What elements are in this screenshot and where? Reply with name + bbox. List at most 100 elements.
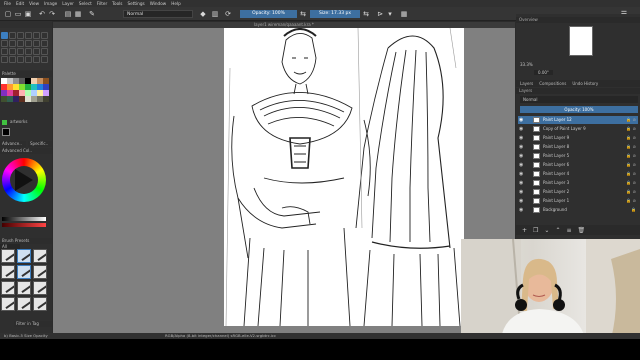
eye-icon[interactable]: ◉: [519, 170, 525, 178]
layer-row[interactable]: ◉ Paint Layer 9 🔒 ⊘: [518, 134, 638, 142]
fill-tool[interactable]: [33, 48, 40, 55]
size-reset-icon[interactable]: ⇆: [362, 10, 370, 18]
palette-swatch[interactable]: [43, 96, 49, 102]
eraser-icon[interactable]: ◆: [199, 10, 207, 18]
menu-edit[interactable]: Edit: [16, 1, 24, 6]
lock-icon[interactable]: 🔒: [631, 206, 636, 214]
bezier-tool[interactable]: [1, 40, 8, 47]
reload-icon[interactable]: ⟳: [224, 10, 232, 18]
wrap-around-icon[interactable]: ▦: [400, 10, 408, 18]
advanced-tab[interactable]: Advance..: [0, 141, 26, 147]
lock-icon[interactable]: 🔒 ⊘: [626, 170, 636, 178]
layer-row[interactable]: ◉ Copy of Paint Layer 9 🔒 ⊘: [518, 125, 638, 133]
undo-icon[interactable]: ↶: [38, 10, 46, 18]
lock-icon[interactable]: 🔒 ⊘: [626, 152, 636, 160]
move-up-icon[interactable]: ⌃: [555, 227, 560, 234]
lock-icon[interactable]: 🔒 ⊘: [626, 134, 636, 142]
menu-view[interactable]: View: [29, 1, 39, 6]
rotation-value[interactable]: 0.00°: [534, 70, 553, 75]
brush-preset[interactable]: [33, 265, 47, 279]
filter-in-tag[interactable]: Filter in Tag: [14, 321, 52, 327]
properties-icon[interactable]: ≡: [566, 227, 571, 234]
freehand-path-tool[interactable]: [9, 40, 16, 47]
eye-icon[interactable]: ◉: [519, 179, 525, 187]
open-folder-icon[interactable]: ▭: [14, 10, 22, 18]
mirror-horizontal-icon[interactable]: ⊳: [376, 10, 384, 18]
gradient-icon[interactable]: ▤: [64, 10, 72, 18]
menu-select[interactable]: Select: [79, 1, 92, 6]
crop-tool[interactable]: [9, 48, 16, 55]
layer-blend-mode[interactable]: Normal: [520, 96, 638, 103]
color-selector-wheel[interactable]: [2, 158, 46, 202]
menu-tools[interactable]: Tools: [112, 1, 122, 6]
save-icon[interactable]: ▣: [24, 10, 32, 18]
dynamic-brush-tool[interactable]: [17, 40, 24, 47]
tab-layers[interactable]: Layers: [520, 80, 533, 87]
redo-icon[interactable]: ↷: [48, 10, 56, 18]
brush-preset[interactable]: [1, 297, 15, 311]
move-down-icon[interactable]: ⌄: [544, 227, 549, 234]
lasso-select-tool[interactable]: [33, 56, 40, 63]
eye-icon[interactable]: ◉: [519, 125, 525, 133]
value-slider[interactable]: [2, 217, 46, 221]
brush-preset[interactable]: [1, 265, 15, 279]
tab-compositions[interactable]: Compositions: [539, 80, 566, 87]
eye-icon[interactable]: ◉: [519, 197, 525, 205]
brush-preset[interactable]: [17, 249, 31, 263]
freehand-brush-tool[interactable]: [1, 32, 8, 39]
menu-filter[interactable]: Filter: [97, 1, 107, 6]
lock-icon[interactable]: 🔒 ⊘: [626, 161, 636, 169]
menu-file[interactable]: File: [4, 1, 11, 6]
layer-row[interactable]: ◉ Paint Layer 12 🔒 ⊘: [518, 116, 638, 124]
brush-preset-icon[interactable]: ✎: [88, 10, 96, 18]
layer-row[interactable]: ◉ Paint Layer 1 🔒 ⊘: [518, 197, 638, 205]
zoom-tool[interactable]: [41, 56, 48, 63]
menu-settings[interactable]: Settings: [128, 1, 145, 6]
menu-window[interactable]: Window: [150, 1, 167, 6]
layer-opacity-slider[interactable]: Opacity: 100%: [520, 106, 638, 113]
pattern-icon[interactable]: ▦: [74, 10, 82, 18]
brush-preset[interactable]: [17, 297, 31, 311]
rect-select-tool[interactable]: [17, 56, 24, 63]
mirror-vertical-icon[interactable]: ▾: [386, 10, 394, 18]
opacity-slider[interactable]: Opacity: 100%: [240, 10, 297, 18]
color-triangle[interactable]: [15, 169, 33, 191]
lock-icon[interactable]: 🔒 ⊘: [626, 125, 636, 133]
measure-tool[interactable]: [1, 56, 8, 63]
multibrush-tool[interactable]: [25, 40, 32, 47]
zoom-value[interactable]: 33.3%: [520, 62, 533, 67]
text-tool[interactable]: [33, 40, 40, 47]
eye-icon[interactable]: ◉: [519, 152, 525, 160]
brush-preset[interactable]: [1, 281, 15, 295]
blend-mode-select[interactable]: Normal: [123, 10, 193, 18]
gradient-tool[interactable]: [17, 48, 24, 55]
tab-undo-history[interactable]: Undo History: [572, 80, 598, 87]
eye-icon[interactable]: ◉: [519, 116, 525, 124]
duplicate-layer-icon[interactable]: ❐: [533, 227, 538, 234]
polygon-tool[interactable]: [33, 32, 40, 39]
brush-preset[interactable]: [17, 265, 31, 279]
eye-icon[interactable]: ◉: [519, 143, 525, 151]
layer-row[interactable]: ◉ Paint Layer 2 🔒 ⊘: [518, 188, 638, 196]
assistant-tool[interactable]: [41, 48, 48, 55]
eye-icon[interactable]: ◉: [519, 188, 525, 196]
saturation-slider[interactable]: [2, 223, 46, 227]
delete-layer-icon[interactable]: 🗑: [578, 227, 586, 234]
lock-icon[interactable]: 🔒 ⊘: [626, 116, 636, 124]
new-document-icon[interactable]: ▢: [4, 10, 12, 18]
layer-row[interactable]: ◉ Paint Layer 4 🔒 ⊘: [518, 170, 638, 178]
polyline-tool[interactable]: [41, 32, 48, 39]
line-tool[interactable]: [9, 32, 16, 39]
brush-preset[interactable]: [1, 249, 15, 263]
menu-image[interactable]: Image: [44, 1, 57, 6]
brush-preset[interactable]: [33, 297, 47, 311]
color-picker-tool[interactable]: [25, 48, 32, 55]
layer-row[interactable]: ◉ Paint Layer 5 🔒 ⊘: [518, 152, 638, 160]
layer-row[interactable]: ◉ Paint Layer 8 🔒 ⊘: [518, 143, 638, 151]
layer-row[interactable]: ◉ Background 🔒: [518, 206, 638, 214]
rectangle-tool[interactable]: [17, 32, 24, 39]
lock-icon[interactable]: 🔒 ⊘: [626, 179, 636, 187]
lock-icon[interactable]: 🔒 ⊘: [626, 188, 636, 196]
opacity-reset-icon[interactable]: ⇆: [299, 10, 307, 18]
layer-row[interactable]: ◉ Paint Layer 6 🔒 ⊘: [518, 161, 638, 169]
